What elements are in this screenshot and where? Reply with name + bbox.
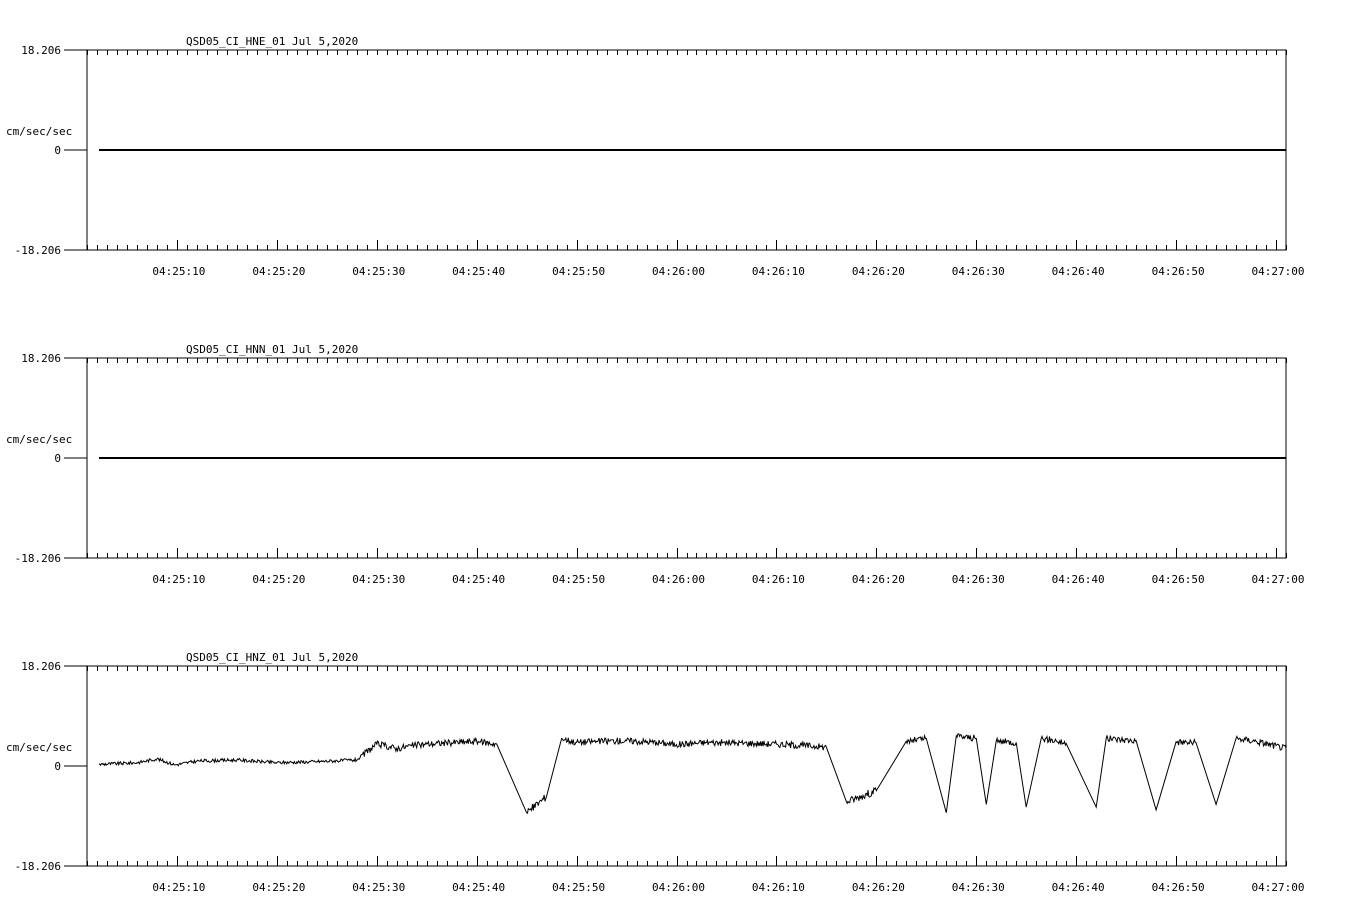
chart-panel: QSD05_CI_HNZ_01 Jul 5,2020 18.206 0 -18.206… <box>6 651 1305 894</box>
y-tick-label: 18.206 <box>21 660 61 673</box>
y-tick-label: -18.206 <box>15 860 61 873</box>
x-tick-label: 04:26:00 <box>652 881 705 894</box>
x-tick-label: 04:25:20 <box>252 573 305 586</box>
chart-title: QSD05_CI_HNN_01 Jul 5,2020 <box>186 343 358 356</box>
y-tick-label: 0 <box>54 144 61 157</box>
x-tick-label: 04:27:00 <box>1252 573 1305 586</box>
x-tick-label: 04:25:20 <box>252 265 305 278</box>
x-tick-label: 04:26:10 <box>752 573 805 586</box>
x-tick-label: 04:26:40 <box>1052 265 1105 278</box>
x-tick-label: 04:25:40 <box>452 265 505 278</box>
x-tick-label: 04:25:30 <box>352 265 405 278</box>
x-tick-label: 04:26:10 <box>752 265 805 278</box>
x-tick-label: 04:26:50 <box>1152 265 1205 278</box>
x-tick-label: 04:26:30 <box>952 881 1005 894</box>
x-tick-label: 04:26:30 <box>952 265 1005 278</box>
y-tick-label: -18.206 <box>15 244 61 257</box>
x-tick-label: 04:25:40 <box>452 881 505 894</box>
x-tick-label: 04:26:20 <box>852 265 905 278</box>
y-tick-label: 18.206 <box>21 352 61 365</box>
x-tick-label: 04:26:40 <box>1052 573 1105 586</box>
x-tick-label: 04:25:30 <box>352 881 405 894</box>
x-tick-label: 04:26:20 <box>852 573 905 586</box>
seismogram-figure: QSD05_CI_HNE_01 Jul 5,2020 18.206 0 -18.206… <box>6 35 1305 894</box>
x-tick-label: 04:25:30 <box>352 573 405 586</box>
x-tick-label: 04:25:20 <box>252 881 305 894</box>
chart-panel: QSD05_CI_HNE_01 Jul 5,2020 18.206 0 -18.206… <box>6 35 1305 278</box>
y-tick-label: -18.206 <box>15 552 61 565</box>
x-tick-label: 04:25:50 <box>552 573 605 586</box>
x-tick-label: 04:25:40 <box>452 573 505 586</box>
chart-panel: QSD05_CI_HNN_01 Jul 5,2020 18.206 0 -18.206… <box>6 343 1305 586</box>
x-tick-label: 04:25:50 <box>552 265 605 278</box>
y-tick-label: 0 <box>54 452 61 465</box>
x-tick-label: 04:26:00 <box>652 265 705 278</box>
y-axis-label: cm/sec/sec <box>6 741 72 754</box>
x-tick-label: 04:27:00 <box>1252 265 1305 278</box>
chart-title: QSD05_CI_HNZ_01 Jul 5,2020 <box>186 651 358 664</box>
x-tick-label: 04:25:50 <box>552 881 605 894</box>
x-tick-label: 04:26:10 <box>752 881 805 894</box>
y-tick-label: 0 <box>54 760 61 773</box>
x-tick-label: 04:26:40 <box>1052 881 1105 894</box>
x-tick-label: 04:25:10 <box>152 573 205 586</box>
x-tick-label: 04:25:10 <box>152 881 205 894</box>
plot-frame <box>86 665 1287 867</box>
y-tick-label: 18.206 <box>21 44 61 57</box>
trace-line <box>98 733 1287 814</box>
y-axis-label: cm/sec/sec <box>6 433 72 446</box>
chart-title: QSD05_CI_HNE_01 Jul 5,2020 <box>186 35 358 48</box>
x-tick-label: 04:25:10 <box>152 265 205 278</box>
y-axis-label: cm/sec/sec <box>6 125 72 138</box>
x-tick-label: 04:26:30 <box>952 573 1005 586</box>
x-tick-label: 04:26:50 <box>1152 881 1205 894</box>
x-tick-label: 04:26:20 <box>852 881 905 894</box>
x-tick-label: 04:27:00 <box>1252 881 1305 894</box>
x-tick-label: 04:26:50 <box>1152 573 1205 586</box>
x-tick-label: 04:26:00 <box>652 573 705 586</box>
